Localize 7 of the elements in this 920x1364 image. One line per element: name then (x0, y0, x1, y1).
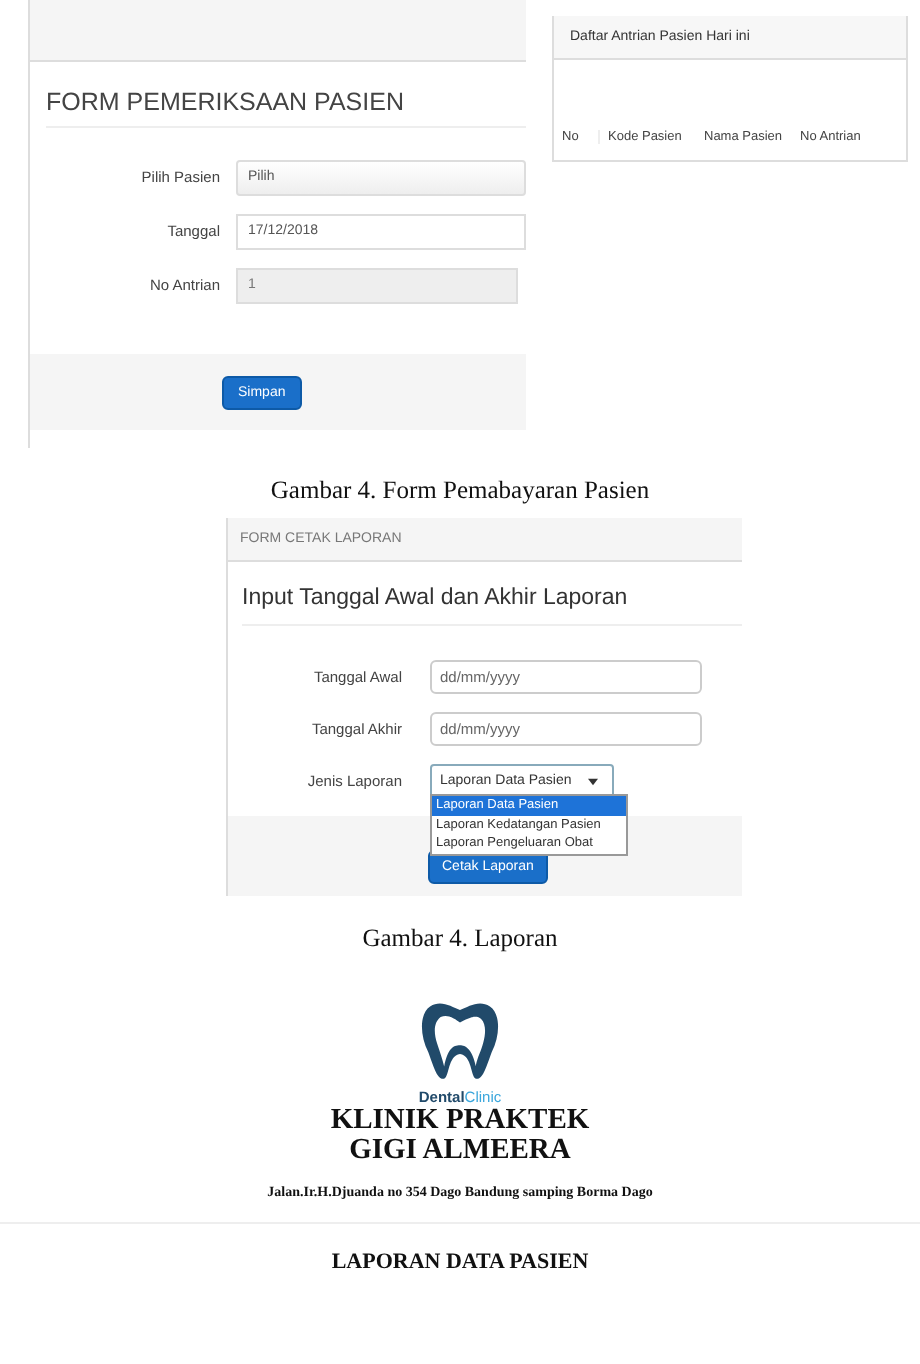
clinic-name: KLINIK PRAKTEK GIGI ALMEERA (330, 1106, 590, 1166)
form-title: FORM PEMERIKSAAN PASIEN (46, 88, 526, 128)
report-heading: LAPORAN DATA PASIEN (331, 1250, 589, 1274)
figure-caption: Gambar 4. Laporan (360, 924, 560, 954)
figure-caption: Gambar 4. Form Pemabayaran Pasien (268, 476, 652, 506)
form-title: Input Tanggal Awal dan Akhir Laporan (242, 586, 742, 626)
caret-icon (587, 777, 598, 785)
